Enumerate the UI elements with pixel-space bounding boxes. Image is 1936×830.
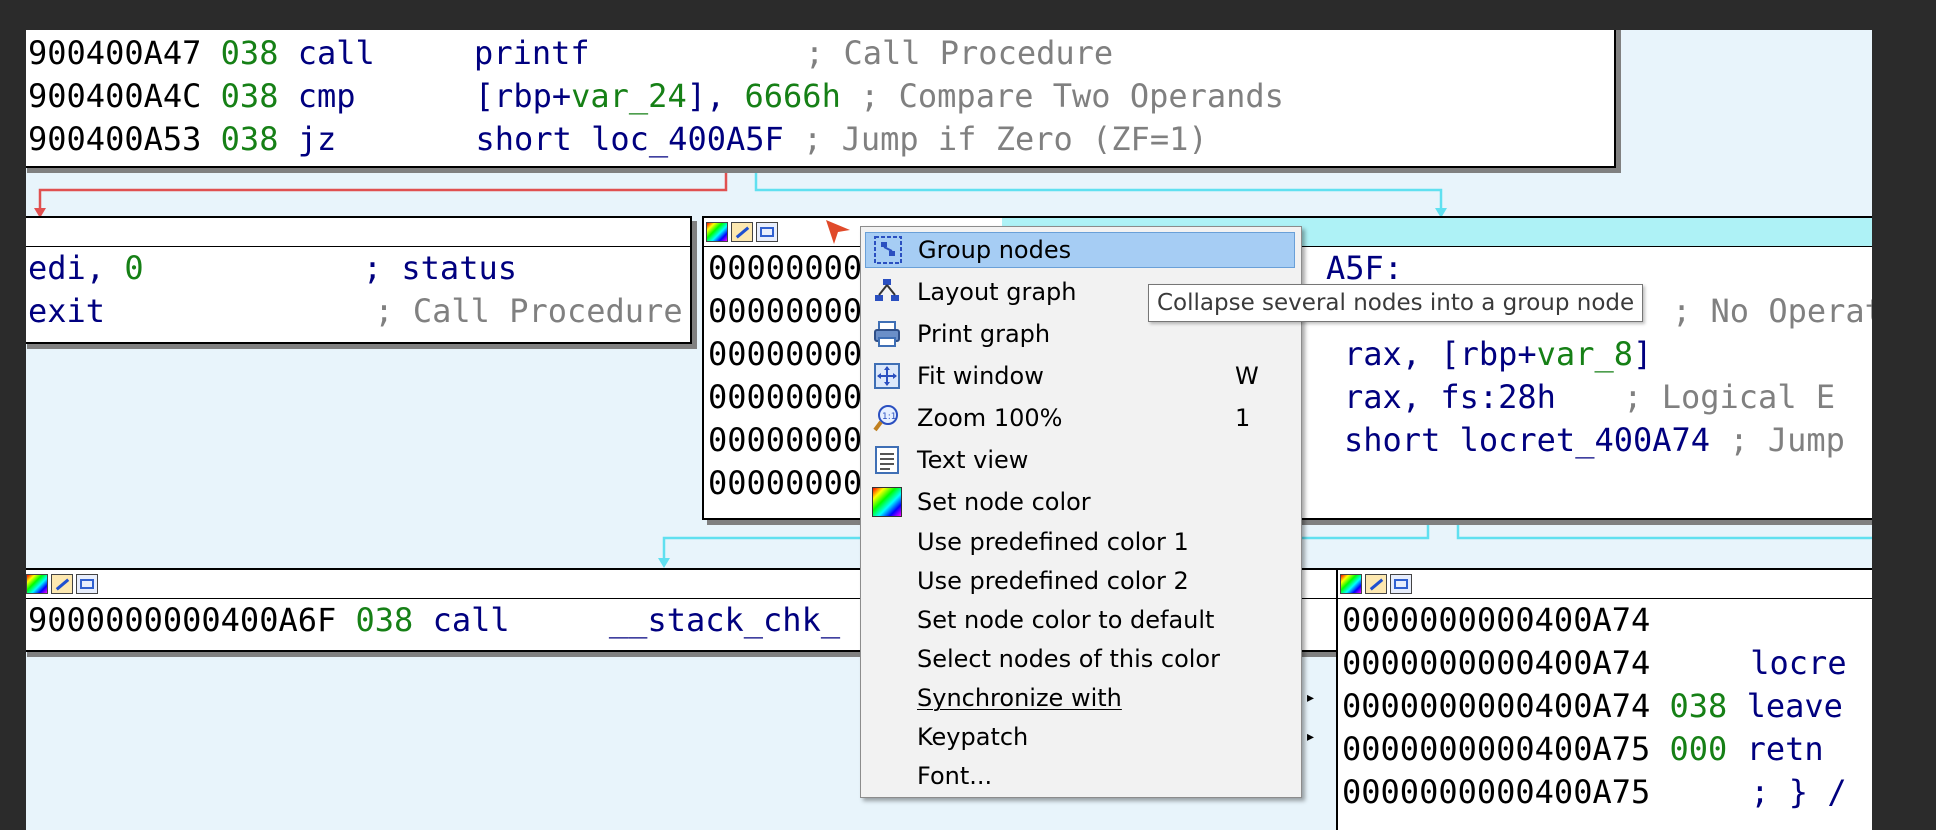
fit-window-icon: [871, 360, 903, 392]
menu-item-font[interactable]: Font...: [865, 758, 1347, 794]
group-icon[interactable]: [1390, 574, 1412, 594]
left-code-node[interactable]: edi, 0 ; status exit ; Call Procedure: [26, 216, 692, 344]
operand-link[interactable]: exit: [28, 292, 105, 330]
group-icon[interactable]: [756, 222, 778, 242]
color-icon[interactable]: [26, 574, 48, 594]
menu-item-select-same-color[interactable]: Select nodes of this color: [865, 641, 1347, 677]
variable-link[interactable]: var_8: [1537, 335, 1633, 373]
top-code-node[interactable]: 900400A47 038 call printf ; Call Procedu…: [26, 30, 1616, 168]
operand-link[interactable]: __stack_chk_: [609, 601, 840, 639]
submenu-arrow-icon: ▸: [1307, 729, 1315, 745]
cursor-arrow-icon: [826, 220, 850, 244]
printer-icon: [871, 318, 903, 350]
menu-item-predefined-color-2[interactable]: Use predefined color 2: [865, 563, 1347, 599]
code-line: 900400A4C 038 cmp [rbp+var_24], 6666h ; …: [28, 77, 1284, 115]
code-line: 0000000000400A74 locre: [1342, 644, 1847, 682]
menu-item-set-node-color[interactable]: Set node color: [865, 484, 1295, 520]
menu-item-zoom-100[interactable]: 1:1 Zoom 100% 1: [865, 400, 1295, 436]
menu-item-synchronize-with[interactable]: Synchronize with ▸: [865, 680, 1347, 716]
menu-item-color-default[interactable]: Set node color to default: [865, 602, 1347, 638]
code-line: 900400A47 038 call printf ; Call Procedu…: [28, 34, 1114, 72]
rename-icon[interactable]: [731, 222, 753, 242]
rename-icon[interactable]: [51, 574, 73, 594]
layout-icon: [871, 276, 903, 308]
group-icon: [872, 234, 904, 266]
operand-link[interactable]: short locret_400A74: [1344, 421, 1710, 459]
color-icon[interactable]: [706, 222, 728, 242]
code-line: 0000000000400A75; } /: [1342, 773, 1847, 811]
code-line: exit ; Call Procedure: [28, 292, 683, 330]
bottom-right-code-node[interactable]: 0000000000400A74 0000000000400A74 locre 0…: [1336, 568, 1872, 830]
zoom-icon: 1:1: [871, 402, 903, 434]
operand-link[interactable]: printf: [474, 34, 590, 72]
code-line: 0000000000400A75 000 retn: [1342, 730, 1824, 768]
code-line: edi, 0 ; status: [28, 249, 517, 287]
submenu-arrow-icon: ▸: [1307, 690, 1315, 706]
rename-icon[interactable]: [1365, 574, 1387, 594]
menu-item-group-nodes[interactable]: Group nodes: [865, 232, 1295, 268]
variable-link[interactable]: var_24: [571, 77, 687, 115]
text-view-icon: [871, 444, 903, 476]
svg-text:1:1: 1:1: [882, 412, 896, 422]
menu-item-fit-window[interactable]: Fit window W: [865, 358, 1295, 394]
tooltip: Collapse several nodes into a group node: [1148, 284, 1644, 322]
code-line: 900400A53 038 jz short loc_400A5F ; Jump…: [28, 120, 1208, 158]
color-icon: [871, 486, 903, 518]
menu-item-text-view[interactable]: Text view: [865, 442, 1295, 478]
group-icon[interactable]: [76, 574, 98, 594]
menu-item-predefined-color-1[interactable]: Use predefined color 1: [865, 524, 1347, 560]
menu-item-keypatch[interactable]: Keypatch ▸: [865, 719, 1347, 755]
node-header: [1338, 570, 1872, 599]
code-line: 0000000000400A74: [1342, 601, 1651, 639]
operand-link[interactable]: short loc_400A5F: [476, 120, 784, 158]
code-line: 0000000000400A74 038 leave: [1342, 687, 1843, 725]
